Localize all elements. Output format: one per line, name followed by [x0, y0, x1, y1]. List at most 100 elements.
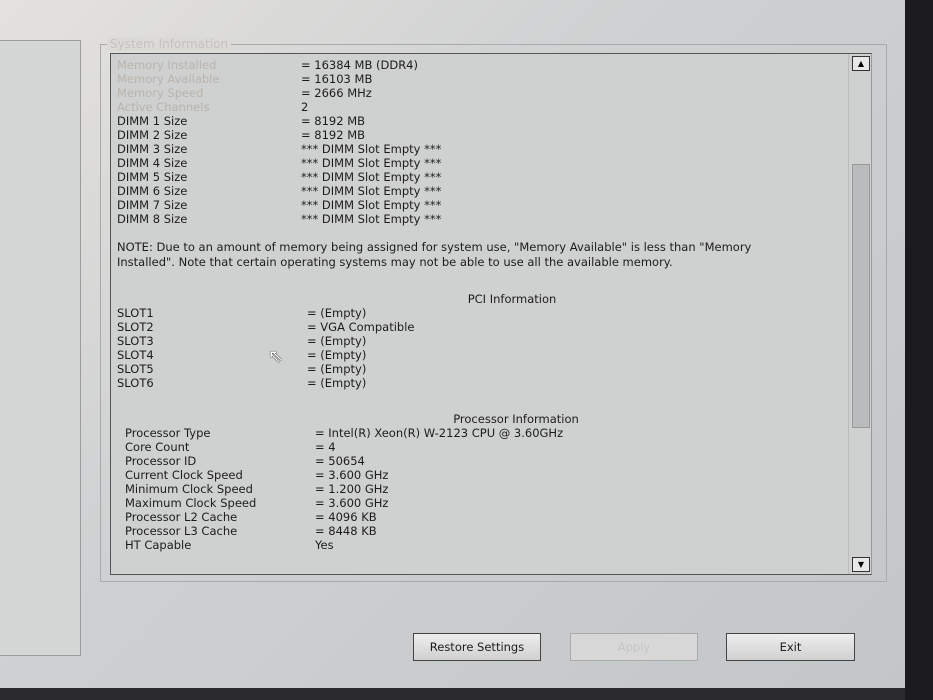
row-label: Processor Type	[125, 426, 211, 440]
row-label: SLOT3	[117, 334, 154, 348]
row-value: *** DIMM Slot Empty ***	[301, 184, 442, 198]
row-value: *** DIMM Slot Empty ***	[301, 170, 442, 184]
row-label: DIMM 8 Size	[117, 212, 188, 226]
info-row: DIMM 3 Size *** DIMM Slot Empty ***	[117, 142, 847, 156]
info-row: Memory Installed = 16384 MB (DDR4)	[117, 58, 847, 72]
row-value: = 2666 MHz	[301, 86, 372, 100]
info-row: Maximum Clock Speed = 3.600 GHz	[125, 496, 847, 510]
row-value: = (Empty)	[307, 348, 367, 362]
vertical-scrollbar[interactable]: ▲ ▼	[848, 54, 871, 574]
row-value: = 3.600 GHz	[315, 468, 389, 482]
info-row: SLOT2 = VGA Compatible	[117, 320, 847, 334]
row-value: *** DIMM Slot Empty ***	[301, 142, 442, 156]
row-label: SLOT2	[117, 320, 154, 334]
row-label: SLOT1	[117, 306, 154, 320]
info-row: Processor L3 Cache = 8448 KB	[125, 524, 847, 538]
row-label: SLOT6	[117, 376, 154, 390]
info-row: DIMM 2 Size = 8192 MB	[117, 128, 847, 142]
row-value: = Intel(R) Xeon(R) W-2123 CPU @ 3.60GHz	[315, 426, 564, 440]
row-value: = 1.200 GHz	[315, 482, 389, 496]
row-label: Current Clock Speed	[125, 468, 243, 482]
apply-button[interactable]: Apply	[570, 633, 698, 661]
row-value: = 3.600 GHz	[315, 496, 389, 510]
row-label: DIMM 4 Size	[117, 156, 188, 170]
info-row: DIMM 6 Size *** DIMM Slot Empty ***	[117, 184, 847, 198]
row-value: 2	[301, 100, 309, 114]
restore-settings-button[interactable]: Restore Settings	[413, 633, 541, 661]
row-label: Minimum Clock Speed	[125, 482, 253, 496]
row-label: SLOT5	[117, 362, 154, 376]
memory-section: Memory Installed = 16384 MB (DDR4) Memory …	[117, 58, 847, 226]
row-value: *** DIMM Slot Empty ***	[301, 198, 442, 212]
processor-section: Processor Information Processor Type = In…	[117, 412, 847, 552]
pci-section: PCI Information SLOT1 = (Empty) SLOT2 = VGA…	[117, 292, 847, 390]
row-label: DIMM 7 Size	[117, 198, 188, 212]
info-row: Minimum Clock Speed = 1.200 GHz	[125, 482, 847, 496]
info-row: DIMM 4 Size *** DIMM Slot Empty ***	[117, 156, 847, 170]
row-label: Memory Available	[117, 72, 220, 86]
row-label: SLOT4	[117, 348, 154, 362]
memory-note: NOTE: Due to an amount of memory being a…	[117, 240, 752, 269]
info-row: Active Channels 2	[117, 100, 847, 114]
info-row: DIMM 7 Size *** DIMM Slot Empty ***	[117, 198, 847, 212]
row-value: = (Empty)	[307, 334, 367, 348]
row-label: Processor L3 Cache	[125, 524, 238, 538]
row-value: = (Empty)	[307, 306, 367, 320]
row-label: Active Channels	[117, 100, 210, 114]
row-value: = VGA Compatible	[307, 320, 415, 334]
row-label: Memory Installed	[117, 58, 217, 72]
info-row: Core Count = 4	[125, 440, 847, 454]
info-row: SLOT4 = (Empty)	[117, 348, 847, 362]
info-row: SLOT1 = (Empty)	[117, 306, 847, 320]
info-row: Processor L2 Cache = 4096 KB	[125, 510, 847, 524]
info-row: SLOT3 = (Empty)	[117, 334, 847, 348]
row-value: Yes	[315, 538, 334, 552]
row-label: DIMM 6 Size	[117, 184, 188, 198]
info-row: SLOT5 = (Empty)	[117, 362, 847, 376]
row-label: Core Count	[125, 440, 190, 454]
row-label: HT Capable	[125, 538, 192, 552]
row-label: DIMM 3 Size	[117, 142, 188, 156]
row-label: Processor ID	[125, 454, 197, 468]
row-label: DIMM 5 Size	[117, 170, 188, 184]
group-title: System Information	[107, 37, 232, 51]
processor-title: Processor Information	[453, 412, 579, 426]
row-label: Maximum Clock Speed	[125, 496, 257, 510]
row-value: = 50654	[315, 454, 365, 468]
info-row: Memory Available = 16103 MB	[117, 72, 847, 86]
info-scroll-pane: Memory Installed = 16384 MB (DDR4) Memory …	[110, 53, 872, 575]
info-content: Memory Installed = 16384 MB (DDR4) Memory …	[117, 58, 847, 552]
exit-button[interactable]: Exit	[726, 633, 855, 661]
monitor-bezel	[905, 0, 933, 700]
row-label: Memory Speed	[117, 86, 204, 100]
row-value: = 4096 KB	[315, 510, 377, 524]
pci-title: PCI Information	[467, 292, 557, 306]
info-row: SLOT6 = (Empty)	[117, 376, 847, 390]
info-row: DIMM 1 Size = 8192 MB	[117, 114, 847, 128]
scroll-up-icon[interactable]: ▲	[852, 56, 870, 71]
row-value: = 16384 MB (DDR4)	[301, 58, 418, 72]
row-value: = 16103 MB	[301, 72, 373, 86]
row-label: DIMM 2 Size	[117, 128, 188, 142]
row-value: = 4	[315, 440, 336, 454]
row-value: *** DIMM Slot Empty ***	[301, 212, 442, 226]
row-value: *** DIMM Slot Empty ***	[301, 156, 442, 170]
left-nav-panel	[0, 40, 81, 656]
row-value: = 8448 KB	[315, 524, 377, 538]
info-row: DIMM 5 Size *** DIMM Slot Empty ***	[117, 170, 847, 184]
row-label: DIMM 1 Size	[117, 114, 188, 128]
row-value: = (Empty)	[307, 362, 367, 376]
row-value: = 8192 MB	[301, 128, 366, 142]
info-row: Current Clock Speed = 3.600 GHz	[125, 468, 847, 482]
bios-screen: System Information Memory Installed = 163…	[0, 0, 905, 688]
scroll-thumb[interactable]	[852, 164, 870, 428]
system-information-group: System Information Memory Installed = 163…	[100, 37, 887, 582]
row-value: = (Empty)	[307, 376, 367, 390]
row-label: Processor L2 Cache	[125, 510, 238, 524]
scroll-down-icon[interactable]: ▼	[852, 557, 870, 572]
info-row: Memory Speed = 2666 MHz	[117, 86, 847, 100]
info-row: Processor Type = Intel(R) Xeon(R) W-2123 …	[125, 426, 847, 440]
info-row: Processor ID = 50654	[125, 454, 847, 468]
info-row: DIMM 8 Size *** DIMM Slot Empty ***	[117, 212, 847, 226]
mouse-cursor-icon: ⇖	[268, 346, 284, 367]
